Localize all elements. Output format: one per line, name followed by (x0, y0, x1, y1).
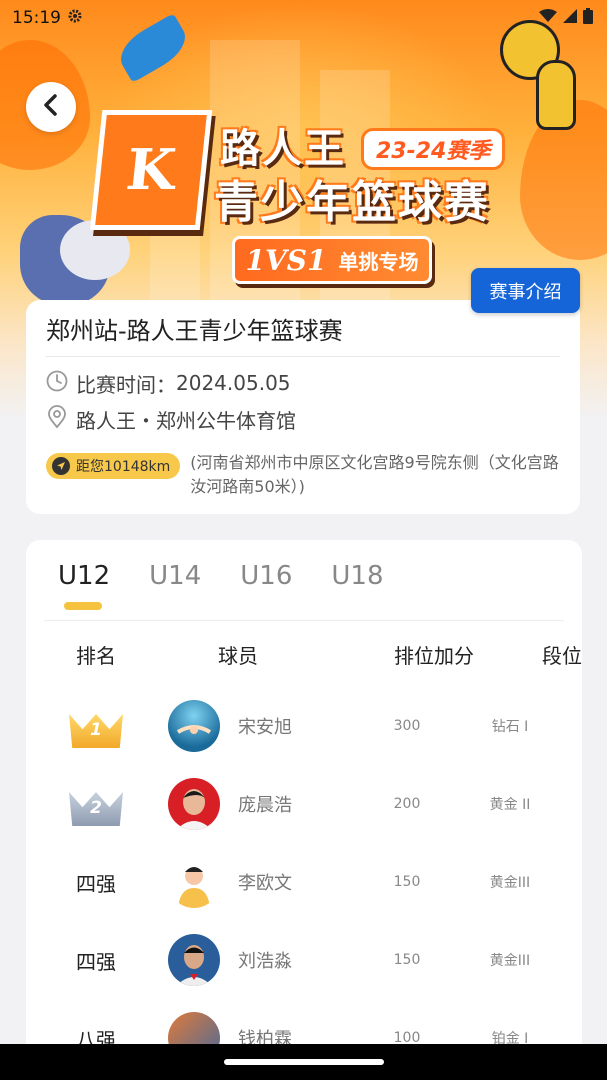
tab-label: U18 (331, 561, 384, 591)
table-row[interactable]: 四强 刘浩淼 150 黄金III (26, 921, 582, 999)
battery-icon (583, 7, 593, 29)
tab-label: U12 (58, 561, 111, 591)
system-navigation-bar (0, 1044, 607, 1080)
table-row[interactable]: 2 庞晨浩 200 黄金 II (26, 765, 582, 843)
header-player: 球员 (218, 643, 258, 668)
rank-number: 2 (90, 798, 102, 818)
points-value: 300 (393, 718, 421, 734)
player-cell[interactable]: 宋安旭 (166, 700, 376, 752)
avatar (168, 700, 220, 752)
active-tab-indicator (64, 602, 102, 610)
header-points: 排位加分 (394, 643, 474, 668)
status-bar: 15:19 (0, 0, 607, 36)
mode-banner: 1VS1 单挑专场 (232, 236, 432, 284)
foam-finger-icon (536, 60, 576, 130)
gold-crown-icon: 1 (69, 704, 123, 748)
player-cell[interactable]: 刘浩淼 (166, 934, 376, 986)
address-text: (河南省郑州市中原区文化宫路9号院东侧（文化宫路汝河路南50米）) (190, 453, 559, 496)
player-name: 李欧文 (238, 873, 292, 894)
wifi-icon (539, 8, 557, 28)
logo-text-line2: 青少年篮球赛 (214, 177, 490, 228)
season-badge: 23-24赛季 (361, 128, 506, 170)
silver-crown-icon: 2 (69, 782, 123, 826)
event-time-row: 比赛时间： 2024.05.05 (46, 365, 560, 401)
table-row[interactable]: 四强 李欧文 150 黄金III (26, 843, 582, 921)
distance-text: 距您10148km (76, 459, 171, 475)
vs-text: 1VS1 (245, 243, 327, 277)
points-value: 200 (393, 796, 421, 812)
chevron-left-icon (41, 94, 61, 120)
back-button[interactable] (26, 82, 76, 132)
tab-label: U14 (149, 561, 202, 591)
divider (46, 356, 560, 357)
event-title: 郑州站-路人王青少年篮球赛 (46, 317, 343, 345)
rank-number: 1 (90, 720, 102, 740)
signal-icon (563, 8, 577, 28)
avatar (168, 934, 220, 986)
home-gesture-handle[interactable] (224, 1059, 384, 1065)
rank-text: 四强 (76, 871, 116, 896)
venue-name: 路人王・郑州公牛体育馆 (76, 408, 296, 433)
player-name: 宋安旭 (238, 717, 292, 738)
ranking-card: U12 U14 U16 U18 排名 球员 排位加分 段位 1 宋安旭 300 … (26, 540, 582, 1080)
tier-value: 黄金III (489, 875, 531, 891)
event-info-card: 郑州站-路人王青少年篮球赛 比赛时间： 2024.05.05 路人王・郑州公牛体育… (26, 300, 580, 514)
rank-text: 四强 (76, 949, 116, 974)
tab-u12[interactable]: U12 (58, 558, 111, 610)
tab-u16[interactable]: U16 (240, 558, 292, 608)
player-cell[interactable]: 李欧文 (166, 856, 376, 908)
player-cell[interactable]: 庞晨浩 (166, 778, 376, 830)
avatar (168, 856, 220, 908)
avatar (168, 778, 220, 830)
event-logo: K 路人王 23-24赛季 青少年篮球赛 1VS1 单挑专场 (89, 108, 516, 298)
distance-badge[interactable]: 距您10148km (46, 453, 181, 479)
table-header: 排名 球员 排位加分 段位 (26, 621, 582, 687)
address-row[interactable]: 距您10148km (河南省郑州市中原区文化宫路9号院东侧（文化宫路汝河路南50… (46, 451, 560, 499)
settings-gear-icon (67, 8, 83, 29)
player-name: 刘浩淼 (238, 951, 292, 972)
clock-icon (46, 370, 68, 397)
tab-u18[interactable]: U18 (331, 558, 383, 608)
tier-value: 黄金III (489, 953, 531, 969)
navigation-arrow-icon (52, 457, 70, 475)
points-value: 150 (393, 952, 421, 968)
rank-cell: 1 (26, 704, 166, 748)
clock: 15:19 (12, 8, 61, 28)
logo-mark: K (89, 110, 213, 230)
location-pin-icon (46, 404, 68, 434)
player-name: 庞晨浩 (238, 795, 292, 816)
age-group-tabs: U12 U14 U16 U18 (26, 540, 582, 620)
time-value: 2024.05.05 (176, 371, 291, 395)
table-row[interactable]: 1 宋安旭 300 钻石 I (26, 687, 582, 765)
event-intro-button[interactable]: 赛事介绍 (471, 268, 580, 313)
header-rank: 排名 (76, 643, 116, 668)
mode-text: 单挑专场 (338, 249, 419, 274)
tab-label: U16 (240, 561, 293, 591)
rank-cell: 2 (26, 782, 166, 826)
tier-value: 钻石 I (491, 719, 529, 735)
time-label: 比赛时间： (76, 372, 176, 397)
tier-value: 黄金 II (489, 797, 531, 813)
venue-row: 路人王・郑州公牛体育馆 (46, 401, 560, 437)
points-value: 150 (393, 874, 421, 890)
header-tier: 段位 (542, 643, 582, 668)
tab-u14[interactable]: U14 (149, 558, 201, 608)
